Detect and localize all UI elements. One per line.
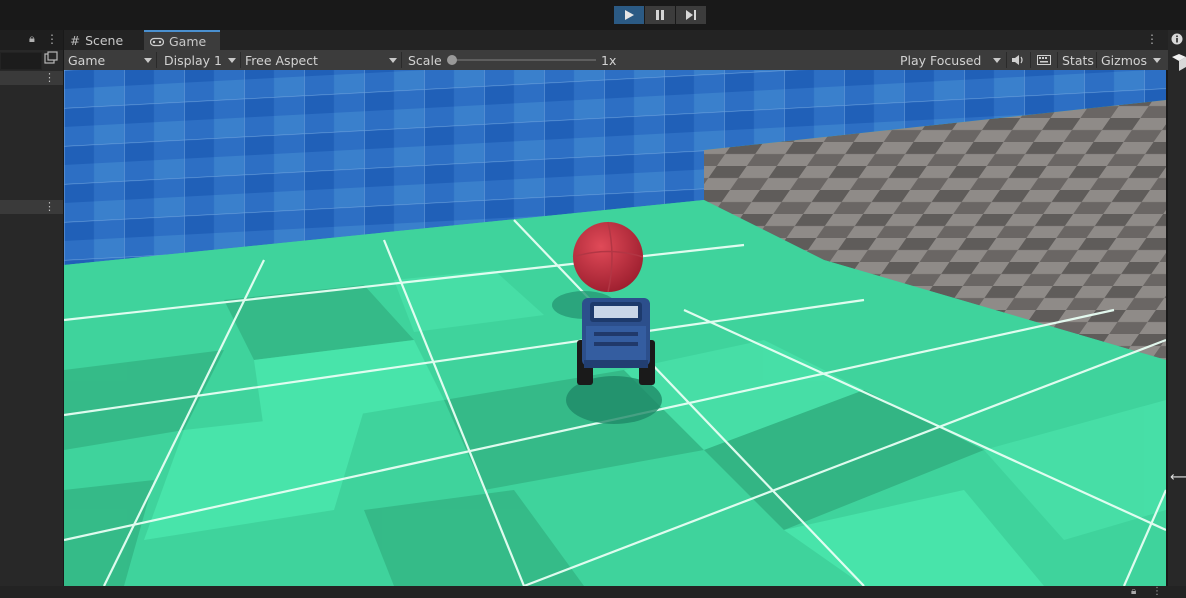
game-viewport[interactable] — [64, 70, 1166, 586]
chevron-down-icon — [389, 58, 397, 63]
play-controls — [614, 6, 707, 24]
kebab-menu-icon[interactable]: ⋮ — [46, 32, 58, 46]
scale-label: Scale — [408, 52, 442, 68]
display-dropdown-label: Display 1 — [164, 52, 223, 68]
row-kebab-icon-2[interactable]: ⋮ — [44, 200, 55, 214]
chevron-down-icon — [993, 58, 1001, 63]
gizmos-chevron-down-icon[interactable] — [1153, 58, 1161, 63]
speaker-icon — [1012, 55, 1023, 65]
tab-game[interactable]: Game — [144, 30, 220, 51]
tab-scene[interactable]: # Scene — [64, 31, 142, 50]
lock-icon[interactable]: 🔒︎ — [1131, 586, 1136, 598]
separator — [401, 52, 402, 68]
separator — [240, 52, 241, 68]
gizmos-button[interactable]: Gizmos — [1101, 50, 1147, 70]
kebab-menu-icon[interactable]: ⋮ — [1152, 586, 1162, 598]
play-mode-dropdown-label: Play Focused — [900, 52, 982, 68]
hierarchy-tab-bar: 🔒︎ ⋮ — [0, 30, 63, 50]
scale-slider-handle[interactable] — [447, 55, 457, 65]
stats-button[interactable]: Stats — [1062, 50, 1094, 70]
cube-icon — [1172, 54, 1186, 71]
aspect-dropdown-label: Free Aspect — [245, 52, 318, 68]
display-dropdown[interactable]: Display 1 — [164, 50, 238, 70]
scale-slider-track[interactable] — [452, 59, 596, 61]
play-button[interactable] — [614, 6, 644, 24]
step-button[interactable] — [676, 6, 706, 24]
step-icon — [686, 10, 696, 20]
tab-scene-label: Scene — [85, 33, 124, 48]
keyboard-icon — [1037, 55, 1051, 65]
game-toolbar: Game Display 1 Free Aspect Scale 1x Play… — [64, 50, 1168, 70]
hierarchy-panel: 🔒︎ ⋮ ⋮ ⋮ — [0, 30, 63, 586]
play-icon — [625, 10, 634, 20]
gamepad-icon — [150, 37, 164, 46]
grid-icon: # — [70, 33, 81, 48]
view-tab-bar: # Scene Game ⋮ — [64, 30, 1168, 51]
tab-game-label: Game — [169, 34, 207, 49]
play-mode-dropdown[interactable]: Play Focused — [900, 50, 1004, 70]
separator — [156, 52, 157, 68]
inspector-panel — [1168, 30, 1186, 586]
game-view-dropdown-label: Game — [68, 52, 106, 68]
shortcuts-button[interactable] — [1037, 50, 1053, 70]
hierarchy-search-input[interactable] — [0, 52, 42, 70]
separator — [1096, 52, 1097, 68]
separator — [1006, 52, 1007, 68]
scene-search-icon[interactable] — [44, 51, 58, 65]
pause-icon — [656, 10, 664, 20]
hierarchy-scene-row[interactable]: ⋮ — [0, 71, 63, 85]
bottom-panel-bar: 🔒︎ ⋮ — [0, 586, 1186, 598]
ball — [572, 221, 644, 293]
separator — [1030, 52, 1031, 68]
hierarchy-scene-row-2[interactable]: ⋮ — [0, 200, 63, 214]
tab-kebab-icon[interactable]: ⋮ — [1146, 32, 1158, 46]
resize-arrow-icon[interactable]: ⟵ — [1170, 470, 1186, 485]
separator — [1057, 52, 1058, 68]
chevron-down-icon — [228, 58, 236, 63]
game-view-dropdown[interactable]: Game — [68, 50, 154, 70]
aspect-dropdown[interactable]: Free Aspect — [245, 50, 399, 70]
mute-audio-button[interactable] — [1011, 50, 1027, 70]
info-icon[interactable] — [1171, 33, 1183, 45]
row-kebab-icon[interactable]: ⋮ — [44, 71, 55, 85]
pause-button[interactable] — [645, 6, 675, 24]
scale-value: 1x — [601, 52, 617, 68]
top-toolbar — [0, 0, 1186, 30]
lock-icon[interactable]: 🔒︎ — [29, 32, 35, 46]
game-render — [64, 70, 1166, 586]
chevron-down-icon — [144, 58, 152, 63]
